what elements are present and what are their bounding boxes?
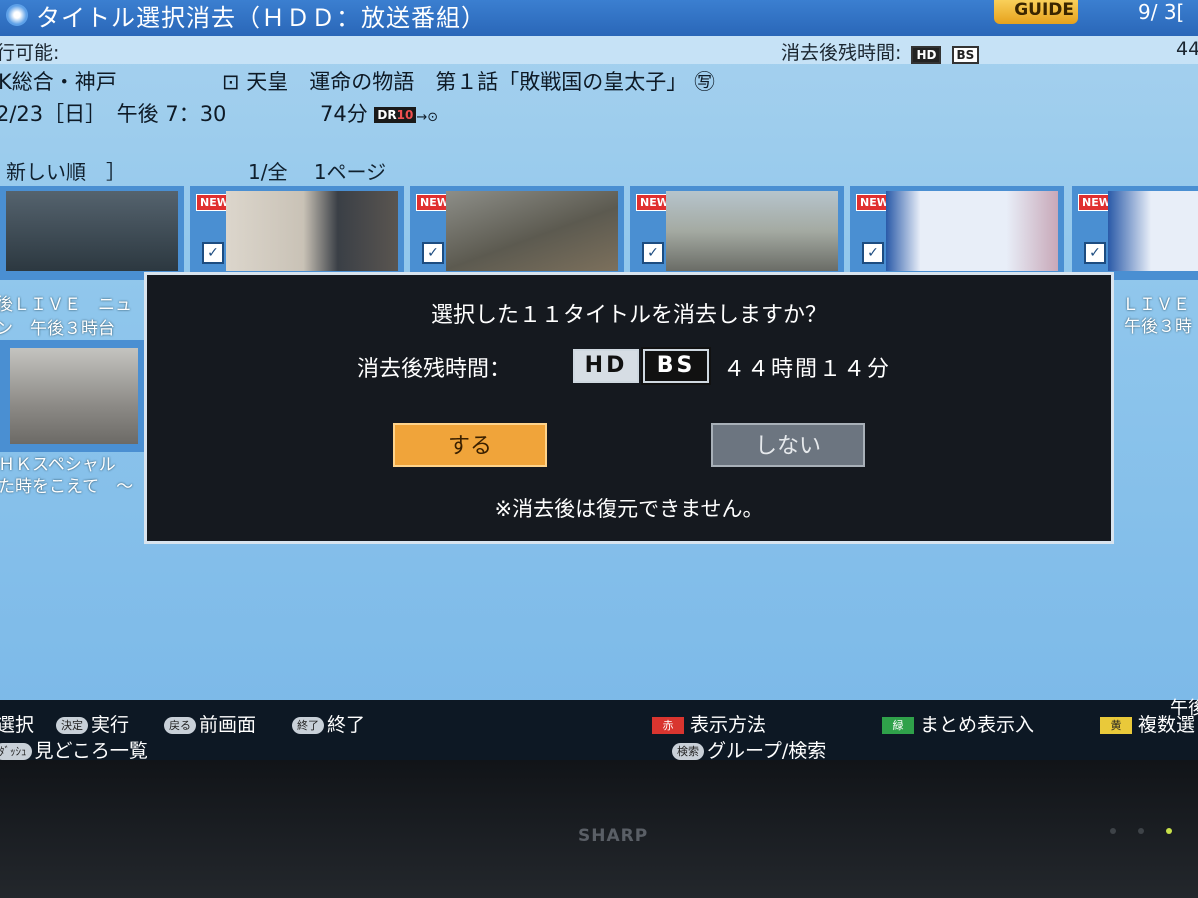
green-key-icon: 緑 [882, 717, 914, 734]
dr-label: DR [377, 108, 397, 122]
thumbnail-item[interactable]: NEW ✓ [410, 186, 624, 280]
current-date: 9/ 3[ [1138, 0, 1185, 24]
indicator-light [1138, 828, 1144, 834]
thumbnail-image [446, 191, 618, 271]
remote-guide-bar: 選択 決定 実行 戻る 前画面 終了 終了 赤表示方法 緑まとめ表示入 黄複数選 午後… [0, 698, 1198, 760]
program-duration-line: 74分 DR10 →⊙ [320, 98, 438, 128]
guide-end: 終了 終了 [292, 710, 365, 737]
thumbnail-item[interactable] [0, 186, 184, 280]
thumbnail-caption: た時をこえて ～ [0, 477, 134, 497]
search-key-icon: 検索 [672, 743, 704, 760]
red-key-icon: 赤 [652, 717, 684, 734]
checkbox[interactable]: ✓ [1084, 242, 1106, 264]
thumbnail-image [226, 191, 398, 271]
guide-ok: 決定 実行 [56, 710, 129, 737]
page-indicator: 1/全 1ページ [248, 160, 387, 184]
thumbnail-image [1108, 191, 1198, 271]
guide-end-label: 終了 [327, 714, 366, 736]
dialog-warning: ※消去後は復元できません。 [494, 497, 764, 521]
program-duration: 74分 [320, 102, 368, 126]
tv-bezel: SHARP [0, 760, 1198, 898]
thumbnail-caption: ン 午後３時台 [0, 319, 115, 339]
dialog-remaining-time: ４４時間１４分 [723, 357, 892, 382]
title-bar: タイトル選択消去（ＨＤＤ：放送番組） GUIDE 9/ 3[ [0, 0, 1198, 36]
guide-select: 選択 [0, 714, 35, 736]
dash-key-icon: ﾀﾞｯｼｭ [0, 743, 32, 760]
disc-icon [6, 4, 28, 26]
hd-badge: HD [573, 349, 639, 383]
bs-tag: BS [951, 46, 980, 64]
guide-search-label: グループ/検索 [707, 740, 827, 760]
remaining-number: 44 [1176, 38, 1198, 60]
caption-icon: ㊢ [693, 70, 715, 94]
thumbnail-item[interactable] [0, 340, 145, 452]
checkbox[interactable]: ✓ [642, 242, 664, 264]
guide-logo: GUIDE [994, 0, 1078, 24]
dialog-remaining-label: 消去後残時間： [357, 357, 512, 382]
guide-back: 戻る 前画面 [164, 710, 256, 737]
yellow-key-icon: 黄 [1100, 717, 1132, 734]
hd-tag: HD [911, 46, 942, 64]
guide-back-label: 前画面 [199, 714, 257, 736]
program-title: 天皇 運命の物語 第１話「敗戦国の皇太子」 [246, 70, 688, 94]
guide-highlight: ﾀﾞｯｼｭ 見どころ一覧 [0, 736, 148, 760]
info-bar: 行可能: 消去後残時間: HD BS 44 [0, 36, 1198, 64]
delete-confirm-dialog: 選択した１１タイトルを消去しますか？ 消去後残時間： HD BS ４４時間１４分… [144, 272, 1114, 544]
thumbnail-item[interactable]: NEW ✓ [1072, 186, 1198, 280]
screen-title: タイトル選択消去（ＨＤＤ：放送番組） [36, 4, 486, 32]
thumbnail-item[interactable]: NEW ✓ [630, 186, 844, 280]
tv-screen: タイトル選択消去（ＨＤＤ：放送番組） GUIDE 9/ 3[ 行可能: 消去後残… [0, 0, 1198, 760]
executable-label: 行可能: [0, 42, 60, 64]
dialog-question: 選択した１１タイトルを消去しますか？ [430, 303, 827, 328]
thumbnail-item[interactable]: NEW ✓ [190, 186, 404, 280]
corner-time: 午後 [1170, 698, 1198, 719]
ok-key-icon: 決定 [56, 717, 88, 734]
remaining-label: 消去後残時間: [781, 42, 902, 64]
guide-green-label: まとめ表示入 [920, 714, 1035, 736]
program-channel: K総合・神戸 [0, 70, 117, 94]
dr-badge: DR10 [374, 107, 417, 123]
thumbnail-item[interactable]: NEW ✓ [850, 186, 1064, 280]
back-key-icon: 戻る [164, 717, 196, 734]
program-icon: ⊡ [222, 70, 240, 94]
thumbnail-image [6, 191, 178, 271]
checkbox[interactable]: ✓ [422, 242, 444, 264]
checkbox[interactable]: ✓ [862, 242, 884, 264]
guide-search: 検索 グループ/検索 [672, 736, 826, 760]
guide-red-label: 表示方法 [690, 714, 767, 736]
brand-logo: SHARP [578, 826, 649, 846]
guide-green: 緑まとめ表示入 [882, 710, 1034, 737]
guide-ok-label: 実行 [91, 714, 130, 736]
guide-highlight-label: 見どころ一覧 [34, 740, 148, 760]
indicator-light [1110, 828, 1116, 834]
thumbnail-image [10, 348, 138, 444]
thumbnail-image [886, 191, 1058, 271]
confirm-no-button[interactable]: しない [711, 423, 865, 467]
checkbox[interactable]: ✓ [202, 242, 224, 264]
program-title-line: ⊡ 天皇 運命の物語 第１話「敗戦国の皇太子」 ㊢ [222, 66, 715, 96]
thumbnail-caption: 午後３時 [1124, 317, 1192, 337]
power-led [1166, 828, 1172, 834]
bs-badge: BS [641, 347, 711, 385]
end-key-icon: 終了 [292, 717, 324, 734]
program-date: 2/23［日］ 午後 7：30 [0, 102, 227, 126]
confirm-yes-button[interactable]: する [393, 423, 547, 467]
thumbnail-image [666, 191, 838, 271]
thumbnail-caption: 後ＬＩＶＥ ニュ [0, 295, 132, 315]
dr-arrow: →⊙ [416, 110, 439, 125]
sort-order[interactable]: 新しい順 ］ [6, 156, 126, 185]
remaining-time-header: 消去後残時間: HD BS [781, 38, 980, 65]
guide-red: 赤表示方法 [652, 710, 766, 737]
dr-count: 10 [396, 108, 414, 122]
